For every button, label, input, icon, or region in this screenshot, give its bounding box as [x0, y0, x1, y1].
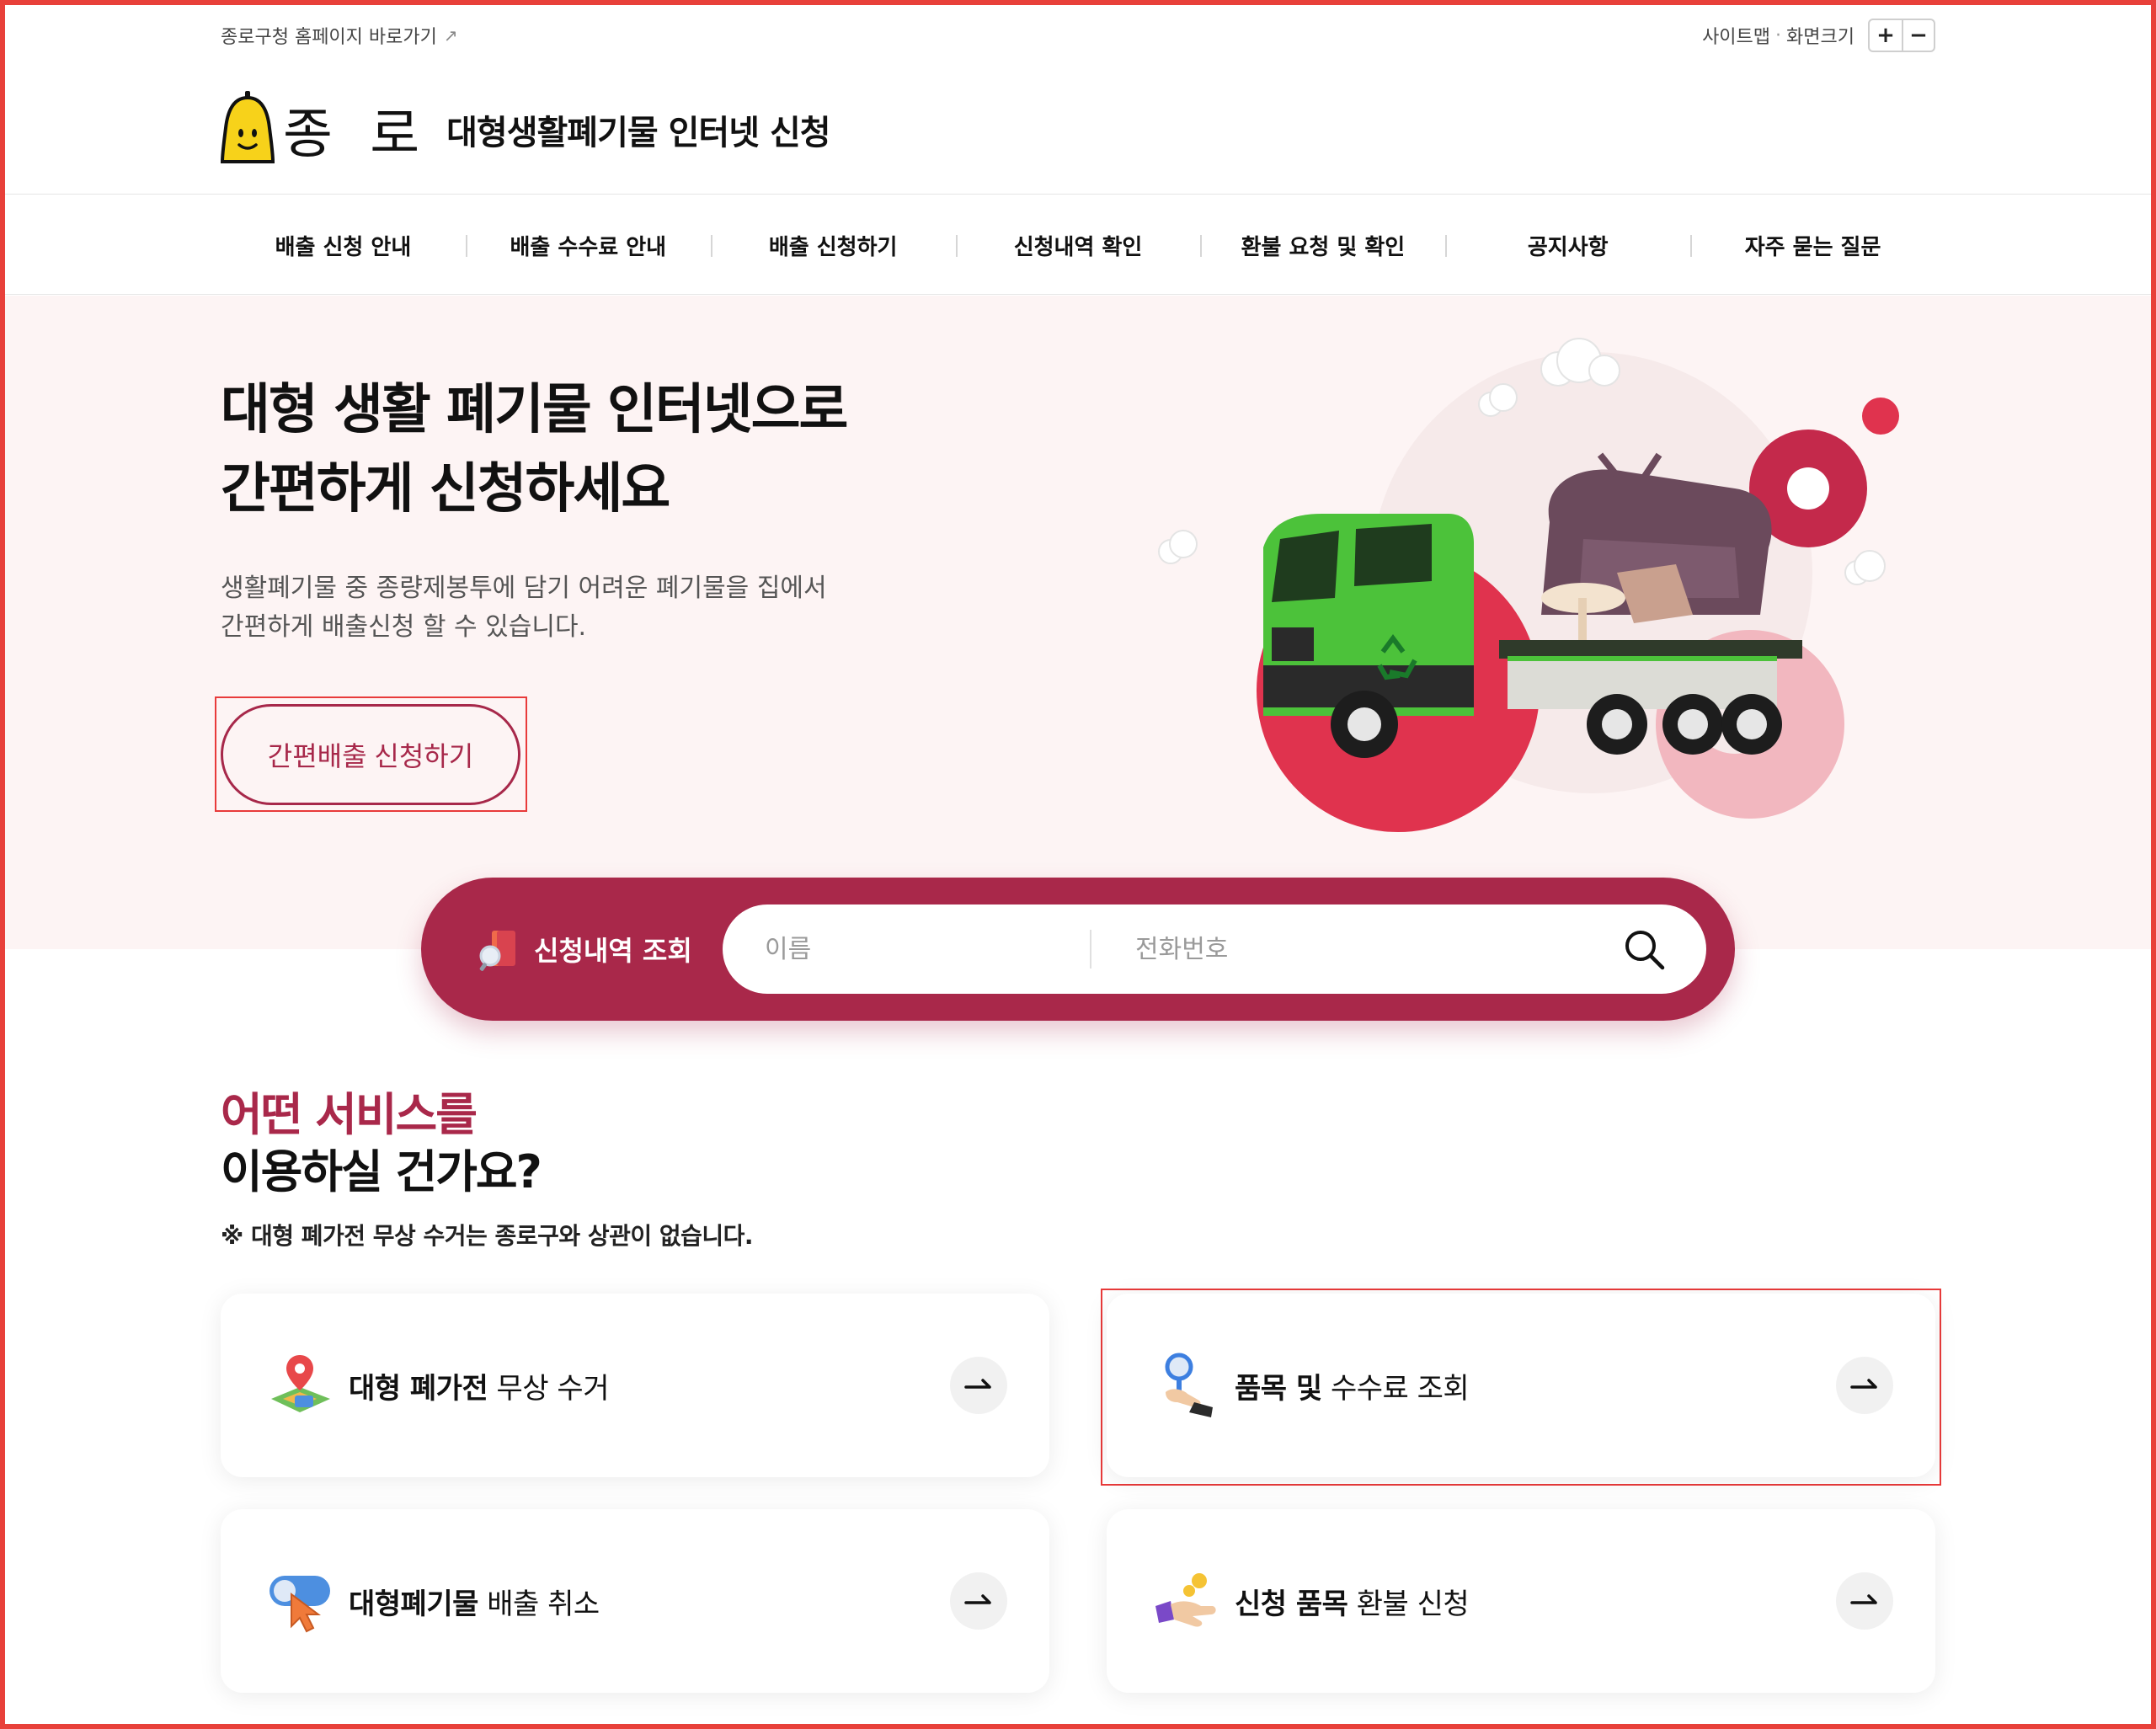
service-card-label: 대형폐기물 배출 취소 — [349, 1581, 600, 1622]
external-link-icon: ↗ — [443, 25, 458, 45]
services-title-accent: 어떤 서비스를 — [221, 1088, 478, 1141]
service-card-bold: 신청 품목 — [1235, 1587, 1348, 1621]
hero-title-line2: 간편하게 신청하세요 — [221, 458, 670, 520]
hero-desc-line2: 간편하게 배출신청 할 수 있습니다. — [221, 612, 587, 642]
service-card-label: 대형 폐가전 무상 수거 — [349, 1365, 609, 1406]
utility-bar: 종로구청 홈페이지 바로가기 ↗ 사이트맵 · 화면크기 + − — [0, 0, 2156, 71]
history-search-title: 신청내역 조회 — [534, 935, 692, 967]
zoom-out-button[interactable]: − — [1902, 20, 1934, 51]
nav-item-history[interactable]: 신청내역 확인 — [955, 195, 1201, 296]
site-logo[interactable]: 종 로 대형생활폐기물 인터넷 신청 — [221, 88, 831, 172]
name-input[interactable] — [765, 905, 1085, 994]
hero-title: 대형 생활 폐기물 인터넷으로 간편하게 신청하세요 — [221, 371, 848, 529]
service-card-bold: 대형 폐가전 — [349, 1371, 488, 1406]
services-title: 어떤 서비스를 이용하실 건가요? — [221, 1086, 542, 1201]
utility-right: 사이트맵 · 화면크기 + − — [1702, 19, 1935, 52]
search-box — [723, 905, 1706, 994]
history-search-label: 신청내역 조회 — [477, 878, 692, 1021]
hero-description: 생활폐기물 중 종량제봉투에 담기 어려운 폐기물을 집에서 간편하게 배출신청… — [221, 569, 827, 647]
arrow-right-icon — [1836, 1572, 1893, 1630]
font-size-controls: + − — [1868, 19, 1935, 52]
service-card-rest: 배출 취소 — [478, 1587, 600, 1621]
book-magnifier-icon — [479, 931, 515, 971]
logo-text: 종 로 — [283, 104, 430, 166]
phone-input[interactable] — [1135, 905, 1573, 994]
service-card-bold: 품목 및 — [1235, 1371, 1322, 1406]
hero-title-line1: 대형 생활 폐기물 인터넷으로 — [221, 379, 848, 441]
service-card-disposal-cancel[interactable]: 대형폐기물 배출 취소 — [221, 1509, 1049, 1693]
site-title: 대형생활폐기물 인터넷 신청 — [446, 114, 830, 152]
map-pin-icon — [271, 1355, 330, 1412]
service-card-item-fee-search[interactable]: 품목 및 수수료 조회 — [1107, 1294, 1935, 1477]
arrow-right-icon — [1836, 1357, 1893, 1414]
sitemap-link[interactable]: 사이트맵 — [1702, 22, 1770, 49]
utility-separator: · — [1775, 24, 1782, 46]
home-link[interactable]: 종로구청 홈페이지 바로가기 ↗ — [221, 22, 458, 49]
easy-apply-button[interactable]: 간편배출 신청하기 — [221, 704, 520, 805]
service-card-label: 신청 품목 환불 신청 — [1235, 1581, 1470, 1622]
magnifier-hand-icon — [1165, 1353, 1213, 1417]
services-title-dark: 이용하실 건가요? — [221, 1145, 542, 1198]
bell-mascot-icon — [221, 91, 275, 163]
nav-item-fee-guide[interactable]: 배출 수수료 안내 — [465, 195, 711, 296]
coin-hand-icon — [1155, 1573, 1216, 1627]
nav-item-disposal-guide[interactable]: 배출 신청 안내 — [221, 195, 466, 296]
toggle-cursor-icon — [270, 1576, 330, 1633]
search-divider — [1090, 930, 1091, 969]
main-nav: 배출 신청 안내 배출 수수료 안내 배출 신청하기 신청내역 확인 환불 요청… — [0, 194, 2156, 295]
arrow-right-icon — [950, 1572, 1007, 1630]
history-search-bar: 신청내역 조회 — [421, 878, 1735, 1021]
search-icon[interactable] — [1622, 927, 1666, 971]
service-card-rest: 수수료 조회 — [1321, 1371, 1470, 1406]
service-card-bold: 대형폐기물 — [349, 1587, 478, 1621]
service-card-appliance-pickup[interactable]: 대형 폐가전 무상 수거 — [221, 1294, 1049, 1477]
service-card-label: 품목 및 수수료 조회 — [1235, 1365, 1470, 1406]
nav-item-faq[interactable]: 자주 묻는 질문 — [1690, 195, 1935, 296]
services-note: ※ 대형 폐가전 무상 수거는 종로구와 상관이 없습니다. — [221, 1222, 754, 1250]
nav-item-notice[interactable]: 공지사항 — [1445, 195, 1690, 296]
zoom-in-button[interactable]: + — [1870, 20, 1902, 51]
font-size-label: 화면크기 — [1786, 27, 1854, 48]
home-link-label: 종로구청 홈페이지 바로가기 — [221, 27, 437, 48]
service-card-refund-request[interactable]: 신청 품목 환불 신청 — [1107, 1509, 1935, 1693]
nav-item-refund[interactable]: 환불 요청 및 확인 — [1200, 195, 1445, 296]
truck-illustration — [1158, 338, 1899, 832]
nav-item-apply[interactable]: 배출 신청하기 — [710, 195, 956, 296]
arrow-right-icon — [950, 1357, 1007, 1414]
service-card-rest: 무상 수거 — [488, 1371, 610, 1406]
hero-desc-line1: 생활폐기물 중 종량제봉투에 담기 어려운 폐기물을 집에서 — [221, 574, 827, 603]
service-card-rest: 환불 신청 — [1348, 1587, 1470, 1621]
